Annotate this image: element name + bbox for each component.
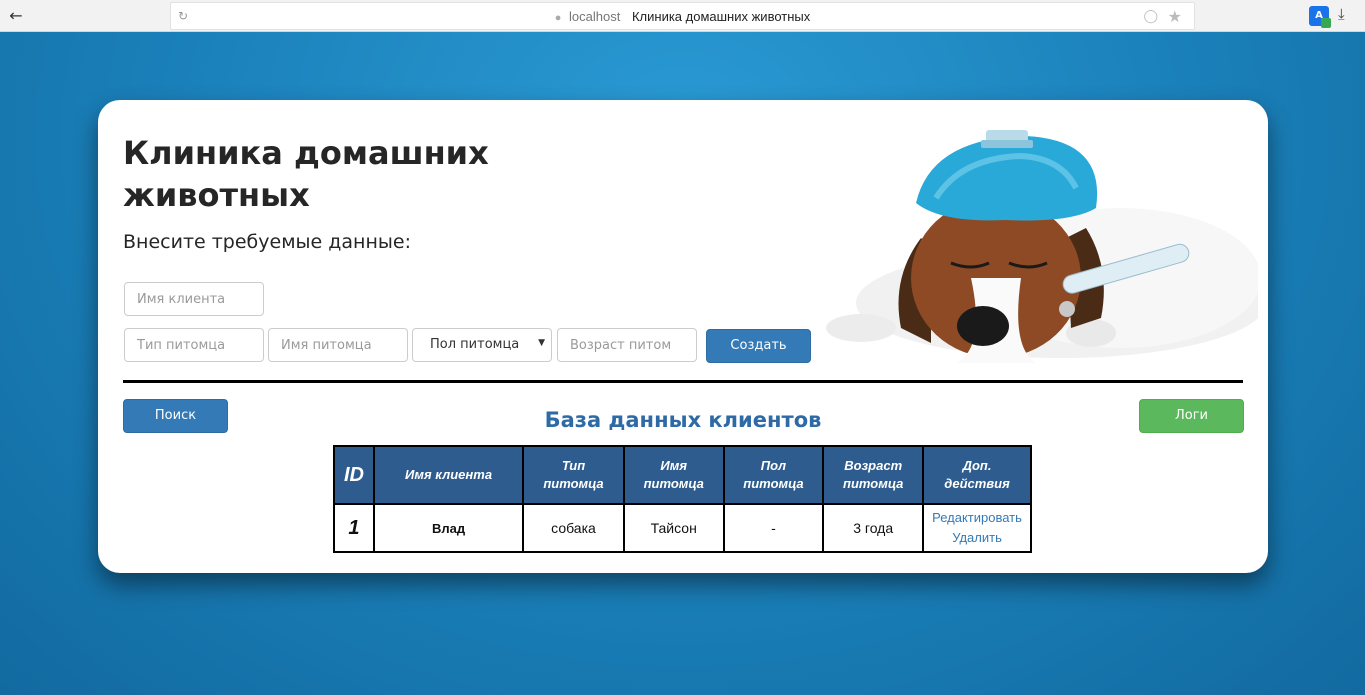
table-row: 1 Влад собака Тайсон - 3 года Редактиров… <box>333 503 1032 553</box>
pet-age-input[interactable] <box>557 328 697 362</box>
main-card: Клиника домашних животных Внесите требуе… <box>98 100 1268 573</box>
clients-table: ID Имя клиента Тип питомца Имя питомца П… <box>333 445 1032 553</box>
pet-sex-select[interactable]: Пол питомца ▼ <box>412 328 552 362</box>
column-header-pet-age: Возраст питомца <box>822 445 925 505</box>
edit-link[interactable]: Редактировать <box>928 508 1026 528</box>
url-host: localhost <box>569 9 621 24</box>
cell-pet-age: 3 года <box>822 503 925 553</box>
pet-type-input[interactable] <box>124 328 264 362</box>
globe-icon: ● <box>554 12 562 24</box>
cell-client-name: Влад <box>372 503 525 553</box>
column-header-actions: Доп. действия <box>922 445 1032 505</box>
section-divider <box>123 380 1243 383</box>
column-header-client-name: Имя клиента <box>372 445 525 505</box>
client-name-input[interactable] <box>124 282 264 316</box>
logs-button[interactable]: Логи <box>1139 399 1244 433</box>
search-button[interactable]: Поиск <box>123 399 228 433</box>
cell-pet-sex: - <box>722 503 825 553</box>
cell-id: 1 <box>333 503 375 553</box>
database-title: База данных клиентов <box>544 408 822 432</box>
pet-name-input[interactable] <box>268 328 408 362</box>
translate-icon[interactable]: A <box>1309 6 1331 28</box>
download-icon[interactable]: ⤓ <box>1338 5 1345 23</box>
cell-actions: Редактировать Удалить <box>922 503 1032 553</box>
bookmark-star-icon[interactable]: ★ <box>1168 7 1182 26</box>
cell-pet-type: собака <box>522 503 625 553</box>
column-header-pet-sex: Пол питомца <box>722 445 825 505</box>
delete-link[interactable]: Удалить <box>928 528 1026 548</box>
lightbulb-icon[interactable]: ◯ <box>1143 9 1158 24</box>
column-header-id: ID <box>333 445 375 505</box>
column-header-pet-name: Имя питомца <box>622 445 725 505</box>
dropdown-arrow-icon: ▼ <box>538 338 545 348</box>
pet-sex-selected-value: Пол питомца <box>430 337 520 352</box>
cell-pet-name: Тайсон <box>622 503 725 553</box>
column-header-pet-type: Тип питомца <box>522 445 625 505</box>
table-header-row: ID Имя клиента Тип питомца Имя питомца П… <box>333 445 1032 505</box>
sick-dog-image <box>821 128 1258 366</box>
page-title: Клиника домашних животных <box>123 134 489 214</box>
page-tab-title: Клиника домашних животных <box>631 9 811 24</box>
create-button[interactable]: Создать <box>706 329 811 363</box>
back-arrow-icon[interactable]: ← <box>6 6 26 26</box>
browser-toolbar: ← ↻ ● localhost Клиника домашних животны… <box>0 0 1365 32</box>
address-bar[interactable]: ↻ ● localhost Клиника домашних животных … <box>170 2 1195 30</box>
form-subtitle: Внесите требуемые данные: <box>123 231 411 253</box>
